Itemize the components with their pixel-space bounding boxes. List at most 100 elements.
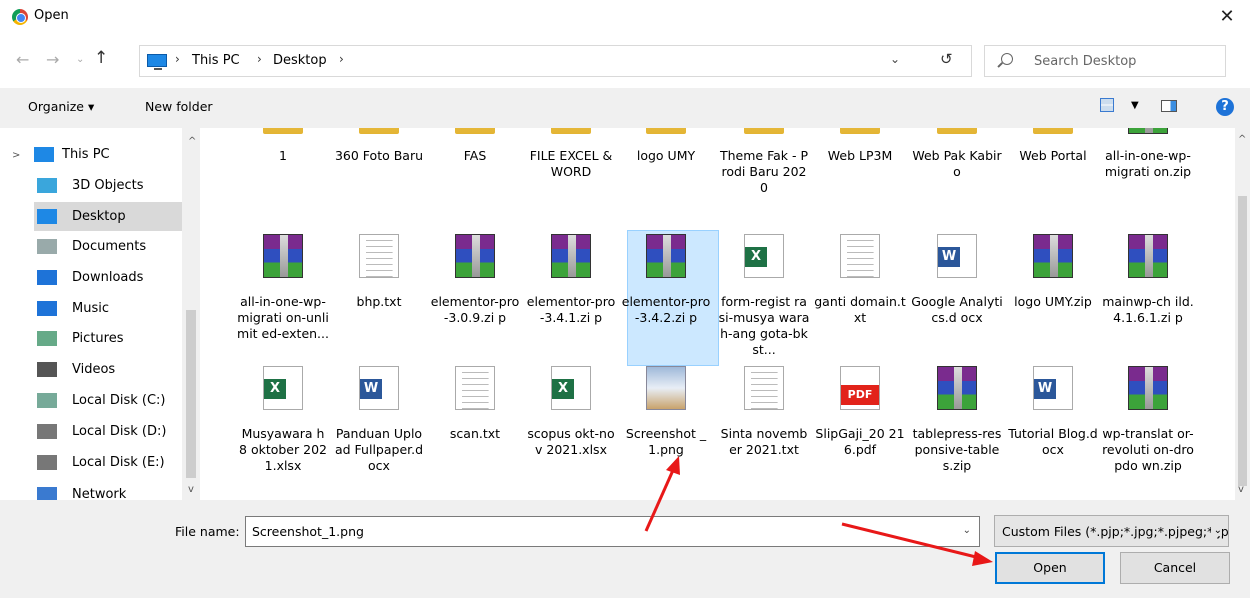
refresh-icon[interactable]: ↻ — [940, 50, 953, 68]
expand-chevron-icon[interactable]: > — [12, 150, 20, 161]
scroll-up-arrow-icon[interactable]: ^ — [188, 136, 196, 147]
cancel-button[interactable]: Cancel — [1120, 552, 1230, 584]
winrar-archive-icon — [646, 234, 686, 278]
preview-pane-icon[interactable] — [1161, 100, 1177, 112]
file-item[interactable]: Screenshot _1.png — [620, 362, 712, 498]
file-item[interactable]: scan.txt — [429, 362, 521, 498]
sidebar-item[interactable]: Videos — [34, 355, 182, 384]
file-item[interactable]: mainwp-ch ild.4.1.6.1.zi p — [1102, 230, 1194, 366]
file-name: Web Portal — [1019, 148, 1087, 163]
file-name: FILE EXCEL & WORD — [529, 148, 613, 179]
file-item[interactable]: Xscopus okt-nov 2021.xlsx — [525, 362, 617, 498]
recent-locations-icon[interactable]: ⌄ — [76, 54, 84, 65]
text-file-icon — [359, 234, 399, 278]
view-options-chevron-icon[interactable]: ▼ — [1131, 100, 1139, 111]
file-item[interactable]: W Google Analytics.d ocx — [911, 230, 1003, 366]
sidebar-item[interactable]: Pictures — [34, 324, 182, 353]
file-name: Screenshot _1.png — [625, 426, 707, 457]
file-type-select[interactable]: Custom Files (*.pjp;*.jpg;*.pjpeg;*.jpeg… — [994, 515, 1229, 547]
sidebar-item[interactable]: Desktop — [34, 202, 182, 231]
sidebar-item[interactable]: Music — [34, 294, 182, 323]
sidebar-item-label: Music — [72, 301, 109, 316]
file-item[interactable]: ganti domain.txt — [814, 230, 906, 366]
sidebar-item[interactable]: This PC — [0, 140, 182, 169]
close-button[interactable]: ✕ — [1204, 0, 1250, 34]
sidebar-item[interactable]: Network — [34, 480, 182, 500]
file-item[interactable]: Xform-regist rasi-musya warah-ang gota-b… — [718, 230, 810, 366]
scroll-up-arrow-icon[interactable]: ^ — [1238, 134, 1246, 145]
chevron-down-icon[interactable]: ⌄ — [963, 525, 971, 536]
scroll-down-arrow-icon[interactable]: v — [188, 484, 194, 495]
file-name: Web Pak Kabiro — [912, 148, 1002, 179]
file-item[interactable]: Web Portal — [1007, 128, 1099, 246]
file-item[interactable]: logo UMY.zip — [1007, 230, 1099, 366]
file-item[interactable]: logo UMY — [620, 128, 712, 246]
up-arrow-icon[interactable]: ↑ — [94, 48, 108, 68]
file-item[interactable]: W Tutorial Blog.docx — [1007, 362, 1099, 498]
breadcrumb-desktop[interactable]: Desktop — [273, 53, 327, 68]
file-list: 1 360 Foto Baru FAS FILE EXCEL & WORD logo U… — [200, 128, 1235, 500]
address-bar[interactable]: › This PC › Desktop › ⌄ ↻ — [139, 45, 972, 77]
sidebar-item-label: Desktop — [72, 209, 126, 224]
file-item[interactable]: all-in-one-wp-migrati on.zip — [1102, 128, 1194, 246]
navigation-pane-scroll-thumb[interactable] — [186, 310, 196, 478]
folder-icon — [263, 128, 303, 134]
sidebar-item[interactable]: Local Disk (D:) — [34, 417, 182, 446]
breadcrumb-this-pc[interactable]: This PC — [192, 53, 240, 68]
change-view-icon[interactable] — [1100, 98, 1114, 112]
pictures-icon — [37, 331, 57, 346]
help-icon[interactable]: ? — [1216, 98, 1234, 116]
file-item[interactable]: all-in-one-wp-migrati on-unlimit ed-exte… — [237, 230, 329, 366]
search-input[interactable]: Search Desktop — [984, 45, 1226, 77]
file-item[interactable]: 1 — [237, 128, 329, 246]
file-item[interactable]: elementor-pro-3.4.1.zi p — [525, 230, 617, 366]
file-item[interactable]: 360 Foto Baru — [333, 128, 425, 246]
sidebar-item[interactable]: Local Disk (C:) — [34, 386, 182, 415]
file-name: elementor-pro-3.4.2.zi p — [621, 294, 711, 325]
file-item[interactable]: FILE EXCEL & WORD — [525, 128, 617, 246]
file-name: 1 — [279, 148, 287, 163]
winrar-archive-icon — [937, 366, 977, 410]
file-item[interactable]: wp-translat or-revoluti on-dropdo wn.zip — [1102, 362, 1194, 498]
file-type-badge: W — [1034, 379, 1056, 399]
sidebar-item-label: This PC — [62, 147, 110, 162]
file-item[interactable]: elementor-pro-3.4.2.zi p — [620, 230, 712, 366]
open-button[interactable]: Open — [995, 552, 1105, 584]
image-thumbnail-icon — [646, 366, 686, 410]
chrome-icon — [12, 9, 28, 25]
file-item[interactable]: X Musyawara h 8 oktober 2021.xlsx — [237, 362, 329, 498]
sidebar-item[interactable]: Local Disk (E:) — [34, 448, 182, 477]
file-item[interactable]: Theme Fak - Prodi Baru 2020 — [718, 128, 810, 246]
file-name-field[interactable]: Screenshot_1.png ⌄ — [245, 516, 980, 547]
sidebar-item[interactable]: 3D Objects — [34, 171, 182, 200]
sidebar-item[interactable]: Downloads — [34, 263, 182, 292]
new-folder-button[interactable]: New folder — [145, 99, 213, 114]
forward-arrow-icon[interactable]: → — [46, 50, 59, 69]
file-item[interactable]: W Panduan Upload Fullpaper.d ocx — [333, 362, 425, 498]
sidebar-item-label: Pictures — [72, 331, 124, 346]
organize-button[interactable]: Organize ▾ — [28, 99, 94, 114]
folder-icon — [744, 128, 784, 134]
file-item[interactable]: tablepress-responsive-tables.zip — [911, 362, 1003, 498]
file-item[interactable]: elementor-pro-3.0.9.zi p — [429, 230, 521, 366]
scroll-down-arrow-icon[interactable]: v — [1238, 484, 1244, 495]
document-icon — [37, 239, 57, 254]
file-item[interactable]: Web Pak Kabiro — [911, 128, 1003, 246]
sidebar-item[interactable]: Documents — [34, 232, 182, 261]
back-arrow-icon[interactable]: ← — [16, 50, 29, 69]
file-item[interactable]: Web LP3M — [814, 128, 906, 246]
file-name: Web LP3M — [827, 148, 893, 163]
file-list-scroll-thumb[interactable] — [1238, 196, 1247, 486]
excel-file-icon: X — [263, 366, 303, 410]
pdf-file-icon: PDF — [840, 366, 880, 410]
file-item[interactable]: bhp.txt — [333, 230, 425, 366]
file-name: wp-translat or-revoluti on-dropdo wn.zip — [1102, 426, 1194, 473]
chevron-down-icon[interactable]: ⌄ — [890, 52, 900, 66]
file-name: FAS — [463, 148, 487, 163]
winrar-archive-icon — [551, 234, 591, 278]
file-item[interactable]: PDF SlipGaji_20 216.pdf — [814, 362, 906, 498]
desktop-icon — [37, 209, 57, 224]
file-item[interactable]: Sinta november 2021.txt — [718, 362, 810, 498]
file-item[interactable]: FAS — [429, 128, 521, 246]
breadcrumb-separator-icon: › — [257, 52, 262, 66]
